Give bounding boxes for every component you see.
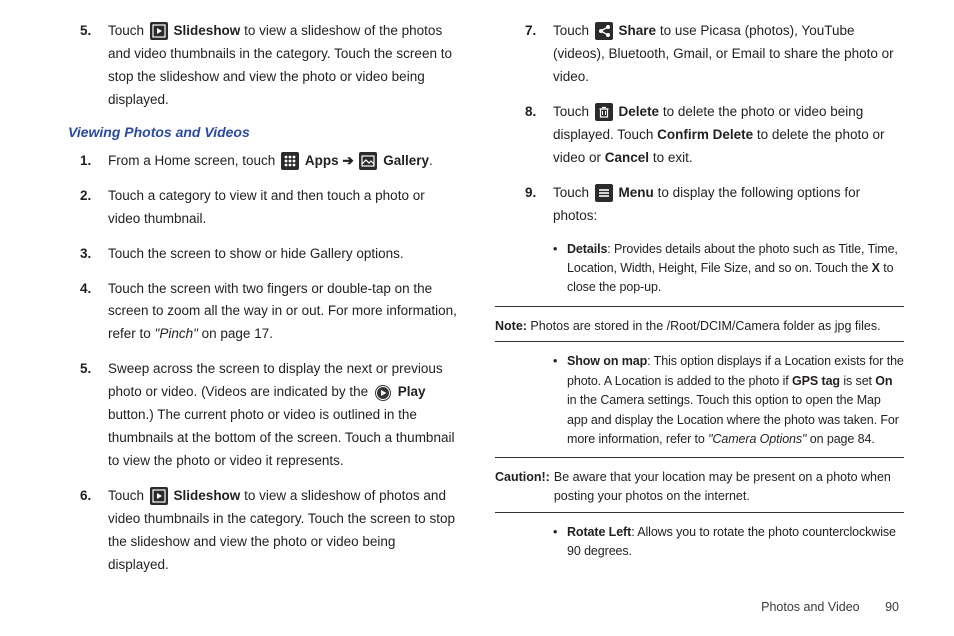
- share-icon: [595, 22, 613, 40]
- step-body: Touch Slideshow to view a slideshow of p…: [108, 485, 459, 577]
- bullet-body: Rotate Left: Allows you to rotate the ph…: [567, 523, 904, 562]
- separator: [495, 512, 904, 513]
- step-number: 9.: [525, 182, 553, 228]
- period: .: [429, 153, 433, 168]
- text: on page 17.: [202, 326, 273, 341]
- step-number: 5.: [80, 20, 108, 112]
- slideshow-label: Slideshow: [174, 23, 241, 38]
- on-label: On: [875, 374, 892, 388]
- step-8: 8. Touch Delete to delete the photo or v…: [495, 101, 904, 170]
- step-number: 1.: [80, 150, 108, 173]
- bullet-dot: •: [553, 352, 567, 449]
- gallery-label: Gallery: [383, 153, 429, 168]
- step-7: 7. Touch Share to use Picasa (photos), Y…: [495, 20, 904, 89]
- text: Touch: [553, 23, 593, 38]
- step-body: Sweep across the screen to display the n…: [108, 358, 459, 473]
- gps-tag-label: GPS tag: [792, 374, 840, 388]
- bullet-rotate-left: • Rotate Left: Allows you to rotate the …: [553, 523, 904, 562]
- step-5-top: 5. Touch Slideshow to view a slideshow o…: [50, 20, 459, 112]
- text: Touch: [108, 488, 148, 503]
- show-on-map-label: Show on map: [567, 354, 647, 368]
- step-number: 4.: [80, 278, 108, 347]
- step-4: 4. Touch the screen with two fingers or …: [50, 278, 459, 347]
- page-footer: Photos and Video 90: [761, 600, 899, 614]
- menu-icon: [595, 184, 613, 202]
- note-storage: Note: Photos are stored in the /Root/DCI…: [495, 317, 904, 336]
- play-label: Play: [398, 384, 426, 399]
- footer-page-number: 90: [885, 600, 899, 614]
- step-number: 2.: [80, 185, 108, 231]
- share-label: Share: [619, 23, 657, 38]
- text: on page 84.: [810, 432, 875, 446]
- step-9: 9. Touch Menu to display the following o…: [495, 182, 904, 228]
- step-1: 1. From a Home screen, touch Apps ➔ Gall…: [50, 150, 459, 173]
- apps-label: Apps: [305, 153, 339, 168]
- bullet-show-on-map: • Show on map: This option displays if a…: [553, 352, 904, 449]
- ref-pinch: "Pinch": [155, 326, 202, 341]
- step-body: Touch Slideshow to view a slideshow of t…: [108, 20, 459, 112]
- separator: [495, 306, 904, 307]
- step-number: 8.: [525, 101, 553, 170]
- step-number: 3.: [80, 243, 108, 266]
- menu-label: Menu: [619, 185, 654, 200]
- caution-location: Caution!: Be aware that your location ma…: [495, 468, 904, 506]
- text: Touch: [553, 185, 593, 200]
- step-body: Touch Menu to display the following opti…: [553, 182, 904, 228]
- bullet-body: Details: Provides details about the phot…: [567, 240, 904, 298]
- separator: [495, 341, 904, 342]
- step-body: Touch the screen with two fingers or dou…: [108, 278, 459, 347]
- text: is set: [840, 374, 875, 388]
- caution-label: Caution!:: [495, 468, 550, 506]
- bullet-dot: •: [553, 240, 567, 298]
- bullet-details: • Details: Provides details about the ph…: [553, 240, 904, 298]
- right-column: 7. Touch Share to use Picasa (photos), Y…: [477, 20, 914, 589]
- text: Touch: [553, 104, 593, 119]
- left-column: 5. Touch Slideshow to view a slideshow o…: [40, 20, 477, 589]
- subheading-viewing: Viewing Photos and Videos: [68, 124, 459, 140]
- gallery-icon: [359, 152, 377, 170]
- cancel-label: Cancel: [605, 150, 649, 165]
- text: From a Home screen, touch: [108, 153, 279, 168]
- step-body: Touch Delete to delete the photo or vide…: [553, 101, 904, 170]
- slideshow-icon: [150, 22, 168, 40]
- step-body: Touch a category to view it and then tou…: [108, 185, 459, 231]
- step-body: From a Home screen, touch Apps ➔ Gallery…: [108, 150, 459, 173]
- play-icon: [374, 384, 392, 402]
- step-3: 3. Touch the screen to show or hide Gall…: [50, 243, 459, 266]
- step-number: 5.: [80, 358, 108, 473]
- slideshow-label: Slideshow: [174, 488, 241, 503]
- delete-label: Delete: [619, 104, 660, 119]
- step-body: Touch the screen to show or hide Gallery…: [108, 243, 459, 266]
- bullet-body: Show on map: This option displays if a L…: [567, 352, 904, 449]
- footer-section: Photos and Video: [761, 600, 859, 614]
- step-body: Touch Share to use Picasa (photos), YouT…: [553, 20, 904, 89]
- rotate-left-label: Rotate Left: [567, 525, 631, 539]
- delete-icon: [595, 103, 613, 121]
- confirm-delete-label: Confirm Delete: [657, 127, 753, 142]
- separator: [495, 457, 904, 458]
- x-label: X: [872, 261, 880, 275]
- step-number: 7.: [525, 20, 553, 89]
- text: Touch: [108, 23, 148, 38]
- note-text: Photos are stored in the /Root/DCIM/Came…: [527, 319, 881, 333]
- step-number: 6.: [80, 485, 108, 577]
- text: to exit.: [653, 150, 693, 165]
- step-2: 2. Touch a category to view it and then …: [50, 185, 459, 231]
- ref-camera-options: "Camera Options": [708, 432, 810, 446]
- apps-icon: [281, 152, 299, 170]
- arrow: ➔: [342, 153, 357, 168]
- note-label: Note:: [495, 319, 527, 333]
- manual-page: 5. Touch Slideshow to view a slideshow o…: [0, 0, 954, 599]
- text: Sweep across the screen to display the n…: [108, 361, 443, 399]
- text: : Provides details about the photo such …: [567, 242, 898, 275]
- step-6: 6. Touch Slideshow to view a slideshow o…: [50, 485, 459, 577]
- text: button.) The current photo or video is o…: [108, 407, 454, 468]
- bullet-dot: •: [553, 523, 567, 562]
- details-label: Details: [567, 242, 607, 256]
- caution-text: Be aware that your location may be prese…: [550, 468, 904, 506]
- slideshow-icon: [150, 487, 168, 505]
- step-5: 5. Sweep across the screen to display th…: [50, 358, 459, 473]
